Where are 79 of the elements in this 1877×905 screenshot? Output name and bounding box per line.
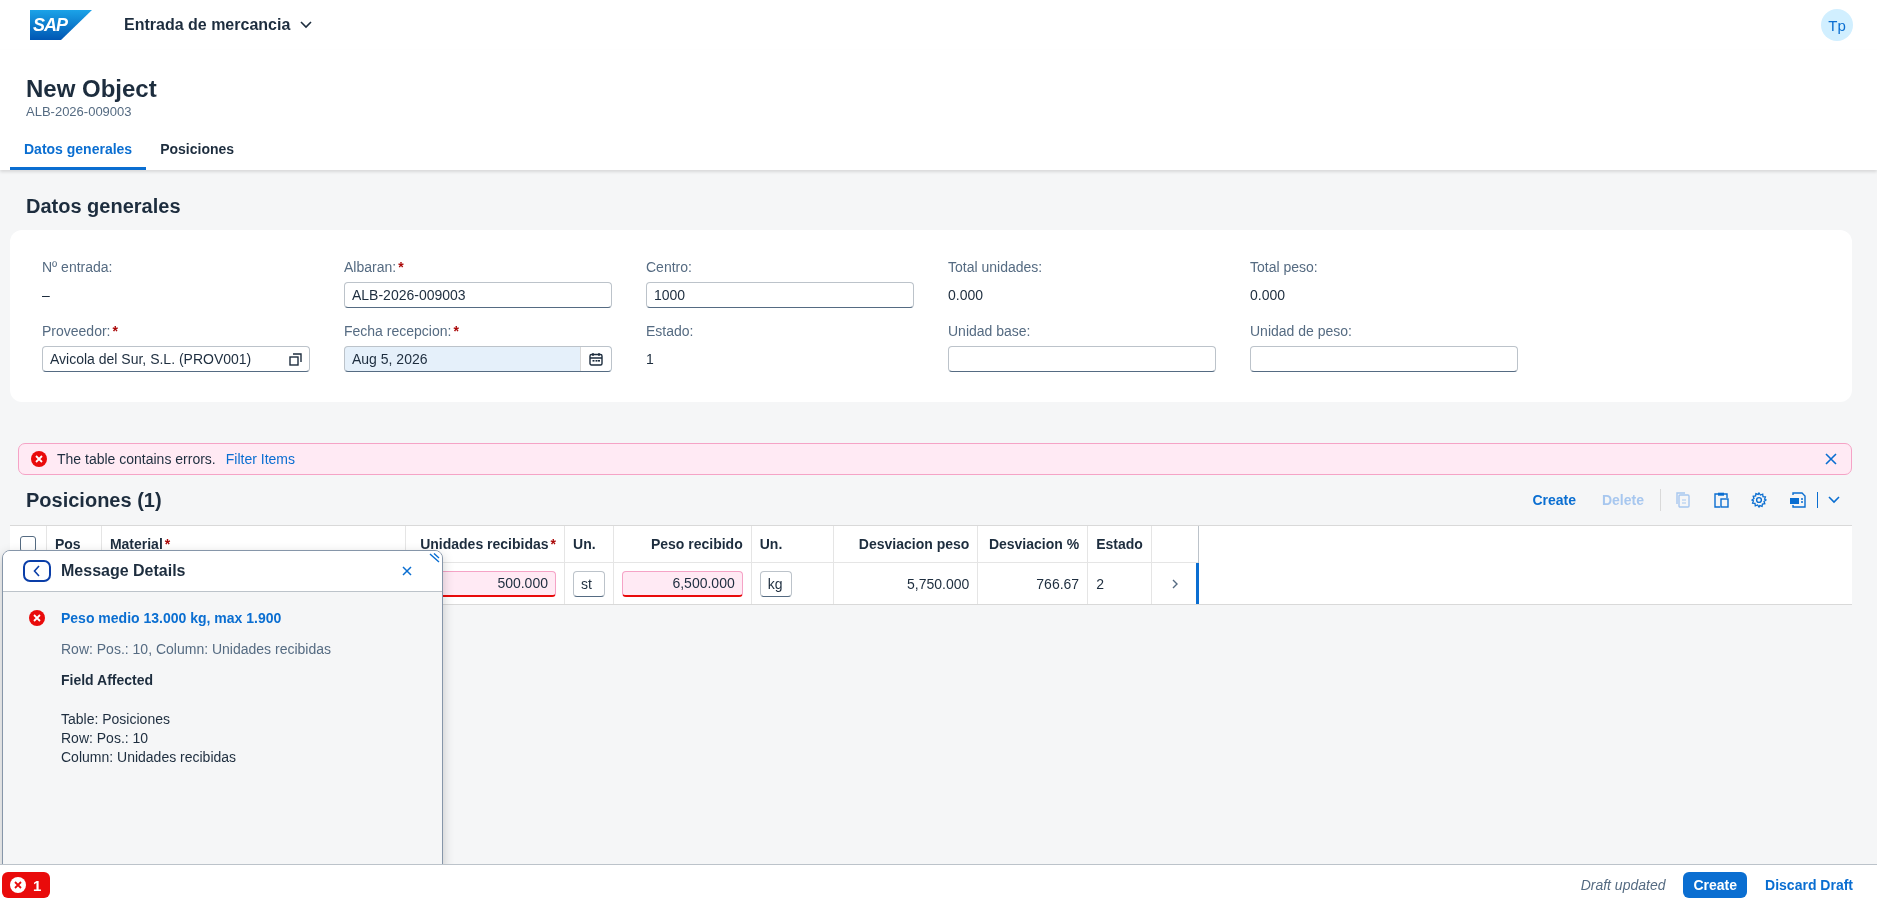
field-label: Fecha recepcion: [344,322,452,340]
required-mark: * [164,536,171,552]
caret-icon [300,21,313,29]
required-mark: * [550,536,556,552]
required-mark: * [398,258,404,276]
field-label: Centro: [646,258,692,276]
column-header: Pos [54,536,81,552]
field-label: Estado: [646,322,694,340]
error-count-button[interactable]: 1 [2,872,51,898]
close-icon[interactable] [402,566,412,576]
cell-input[interactable]: kg [759,570,792,597]
back-icon [33,565,41,577]
section-title: Datos generales [26,195,182,218]
export-icon[interactable] [1789,492,1807,508]
column-header: Unidades recibidas [420,536,549,552]
field-label: Albaran: [344,258,397,276]
input-field[interactable]: ALB-2026-009003 [344,282,612,308]
detail-line: Column: Unidades recibidas [61,748,238,767]
column-header: Desviacion % [988,536,1080,552]
detail-line: Row: Pos.: 10 [61,729,150,748]
input-field[interactable] [948,346,1216,372]
field-value: 0.000 [948,286,985,305]
footer-button[interactable]: Discard Draft [1755,872,1863,898]
tab[interactable]: Datos generales [10,130,147,170]
paste-icon[interactable] [1713,492,1729,508]
message-location: Row: Pos.: 10, Column: Unidades recibidas [61,641,332,657]
footer-button[interactable]: Create [1683,872,1748,898]
error-icon [10,877,26,893]
message-title: Peso medio 13.000 kg, max 1.900 [61,610,283,626]
field-value: 0.000 [1250,286,1287,305]
input-field[interactable]: Avicola del Sur, S.L. (PROV001) [42,346,310,372]
column-header: Un. [759,536,783,552]
back-button[interactable] [23,560,51,582]
logo[interactable]: SAP [30,10,92,40]
calendar-icon[interactable] [589,352,603,366]
caret-icon[interactable] [1828,496,1840,504]
settings-icon[interactable] [1751,492,1767,508]
field-label: Total unidades: [948,258,1043,276]
field-label: Unidad base: [948,322,1031,340]
section-heading: Field Affected [61,672,155,688]
page-title: New Object [26,75,158,103]
column-header: Desviacion peso [858,536,970,552]
date-field[interactable]: Aug 5, 2026 [344,346,612,372]
resize-handle-icon[interactable] [428,553,440,563]
error-icon [31,451,47,467]
input-field[interactable]: 1000 [646,282,914,308]
value-help-icon[interactable] [289,352,302,366]
toolbar-button[interactable]: Create [1530,488,1578,512]
strip-text: The table contains errors. [57,451,216,467]
field-label: Nº entrada: [42,258,113,276]
field-label: Total peso: [1250,258,1318,276]
required-mark: * [453,322,459,340]
column-header: Estado [1096,536,1143,552]
column-header: Material [109,536,163,552]
page-subtitle: ALB-2026-009003 [26,104,133,119]
cell-input[interactable]: st [573,570,605,597]
required-mark: * [112,322,118,340]
table-cell: 766.67 [1036,575,1080,592]
column-header: Un. [573,536,596,552]
popover-title: Message Details [61,562,186,580]
error-icon [29,610,45,626]
draft-status: Draft updated [1580,877,1666,893]
cell-input[interactable]: 6,500.000 [622,570,743,597]
table-title: Posiciones (1) [26,488,162,512]
chevron-icon[interactable] [1171,578,1179,589]
field-label: Proveedor: [42,322,111,340]
tab[interactable]: Posiciones [146,130,249,170]
close-icon[interactable] [1825,453,1837,465]
field-value: – [42,286,51,305]
field-label: Unidad de peso: [1250,322,1352,340]
user-avatar[interactable]: Tp [1821,9,1853,41]
table-cell: 2 [1096,575,1104,592]
filter-link[interactable]: Filter Items [225,451,295,467]
app-title-menu[interactable]: Entrada de mercancia [120,12,317,38]
input-field[interactable] [1250,346,1518,372]
table-cell: 5,750.000 [907,575,970,592]
field-value: 1 [646,350,655,369]
detail-line: Table: Posiciones [61,710,171,729]
column-header: Peso recibido [650,536,743,552]
